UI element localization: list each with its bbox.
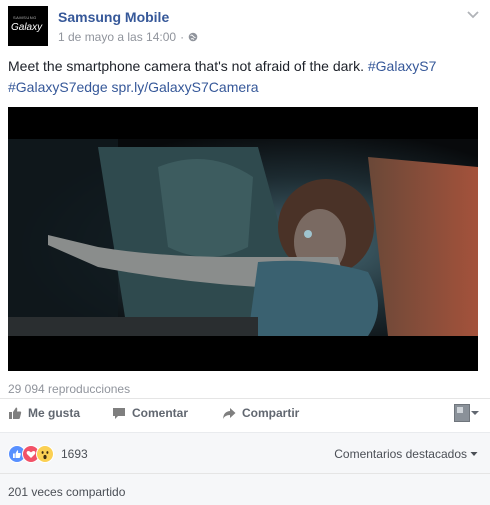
post-timestamp[interactable]: 1 de mayo a las 14:00 — [58, 30, 176, 44]
post-link[interactable]: spr.ly/GalaxyS7Camera — [112, 79, 259, 95]
globe-icon[interactable] — [188, 32, 198, 42]
post-meta: 1 de mayo a las 14:00 · — [58, 30, 198, 44]
page-name-link[interactable]: Samsung Mobile — [58, 9, 169, 25]
post-text-body: Meet the smartphone camera that's not af… — [8, 58, 368, 74]
share-count[interactable]: 201 veces compartido — [8, 485, 125, 499]
share-arrow-icon — [223, 408, 236, 419]
avatar-brand-galaxy: Galaxy — [11, 22, 43, 33]
facebook-post: SAMSUNG Galaxy Samsung Mobile 1 de mayo … — [0, 0, 490, 505]
hashtag-galaxys7[interactable]: #GalaxyS7 — [368, 58, 436, 74]
divider — [0, 473, 490, 474]
post-text: Meet the smartphone camera that's not af… — [8, 56, 480, 98]
comment-button[interactable]: Comentar — [112, 406, 188, 420]
share-label: Compartir — [242, 406, 300, 420]
like-label: Me gusta — [28, 406, 81, 420]
meta-separator: · — [180, 30, 185, 44]
chevron-down-icon — [471, 411, 479, 415]
page-avatar[interactable]: SAMSUNG Galaxy — [8, 6, 48, 46]
video-frame — [8, 107, 478, 371]
page-thumbnail-icon — [454, 404, 470, 422]
comment-label: Comentar — [132, 406, 189, 420]
wow-icon — [36, 445, 54, 463]
chevron-down-icon — [470, 452, 478, 456]
reaction-count[interactable]: 1693 — [61, 447, 88, 461]
post-header: SAMSUNG Galaxy Samsung Mobile 1 de mayo … — [8, 6, 482, 46]
reactions-summary: 1693 Comentarios destacados 201 veces co… — [0, 432, 490, 505]
comment-sort-dropdown[interactable]: Comentarios destacados — [334, 447, 478, 461]
reaction-icons[interactable] — [8, 445, 54, 463]
avatar-brand-small: SAMSUNG — [13, 15, 37, 20]
comment-sort-label: Comentarios destacados — [334, 447, 467, 461]
video-view-count: 29 094 reproducciones — [8, 382, 131, 396]
like-button[interactable]: Me gusta — [8, 406, 80, 420]
page-identity-selector[interactable] — [454, 404, 480, 422]
post-options-chevron-icon[interactable] — [466, 10, 480, 20]
hashtag-galaxys7edge[interactable]: #GalaxyS7edge — [8, 79, 108, 95]
action-bar: Me gusta Comentar Compartir — [0, 398, 490, 433]
comment-icon — [113, 408, 125, 419]
video-player[interactable] — [8, 107, 478, 371]
share-button[interactable]: Compartir — [222, 406, 299, 420]
thumbs-up-icon — [9, 407, 22, 419]
